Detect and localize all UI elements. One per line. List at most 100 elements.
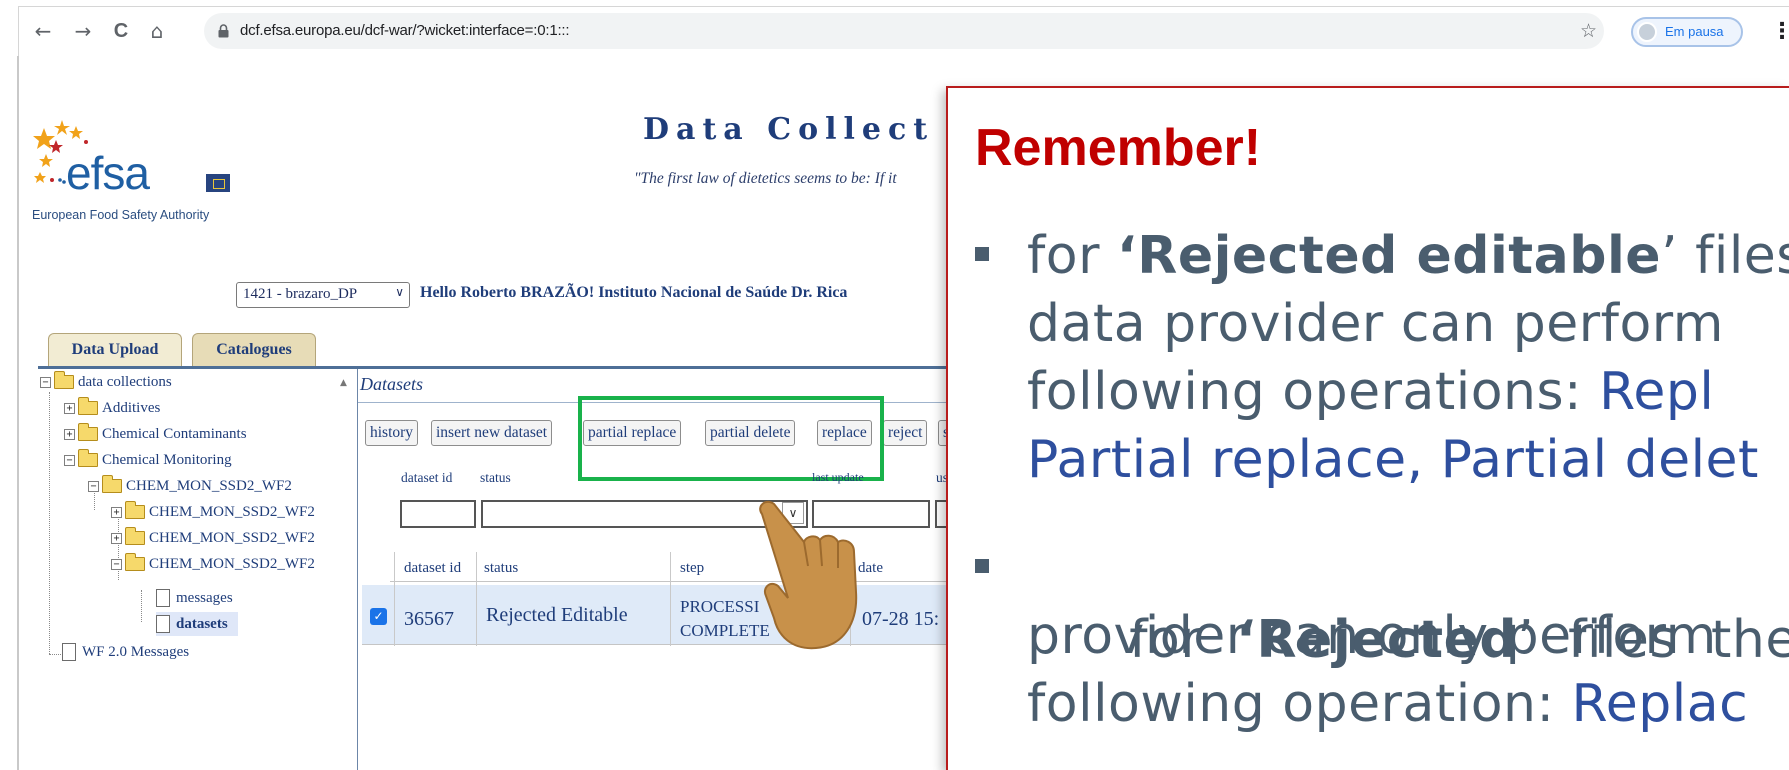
grid-header-status[interactable]: status — [484, 560, 518, 577]
filter-dataset-id-input[interactable] — [400, 500, 476, 528]
folder-icon — [102, 475, 122, 493]
tree-label: messages — [176, 589, 233, 606]
history-button[interactable]: history — [365, 420, 419, 446]
browser-toolbar: ← → C ⌂ dcf.efsa.europa.eu/dcf-war/?wick… — [18, 6, 1789, 56]
reminder-callout: Remember! for ‘Rejected editable’ files … — [946, 86, 1789, 770]
folder-icon — [125, 527, 145, 545]
text-run: for — [1027, 226, 1118, 286]
page-title: Data Collect — [643, 112, 935, 147]
tree-connector — [49, 654, 63, 655]
tree-connector — [49, 392, 50, 654]
avatar — [1637, 22, 1657, 42]
tree-item-chem-mon-wf2-b[interactable]: + CHEM_MON_SSD2_WF2 — [111, 526, 343, 550]
expand-icon[interactable]: + — [64, 428, 75, 440]
tree-item-chemical-contaminants[interactable]: + Chemical Contaminants — [64, 422, 247, 446]
tree-item-data-collections[interactable]: − data collections — [40, 370, 172, 394]
text-run-blue: Replac — [1571, 674, 1749, 734]
expand-icon[interactable]: + — [111, 532, 122, 544]
tree-label: CHEM_MON_SSD2_WF2 — [126, 477, 292, 494]
efsa-logo-word: efsa — [66, 147, 150, 199]
file-icon — [156, 589, 170, 607]
chevron-down-icon: ∨ — [395, 285, 404, 299]
profile-button[interactable]: Em pausa — [1631, 17, 1743, 47]
tree-item-wf2-messages[interactable]: WF 2.0 Messages — [62, 640, 189, 664]
tree-item-messages[interactable]: messages — [156, 586, 233, 610]
highlight-box — [578, 396, 884, 481]
tree-item-chem-mon-wf2-a[interactable]: + CHEM_MON_SSD2_WF2 — [111, 500, 343, 524]
page-quote: "The first law of dietetics seems to be:… — [634, 170, 897, 187]
folder-icon — [78, 449, 98, 467]
profile-label: Em pausa — [1665, 24, 1724, 39]
tree-label: CHEM_MON_SSD2_WF2 — [149, 503, 315, 520]
home-icon[interactable]: ⌂ — [143, 17, 171, 45]
tree-item-chem-mon-wf2-c[interactable]: − CHEM_MON_SSD2_WF2 — [111, 552, 343, 576]
collapse-icon[interactable]: − — [88, 480, 99, 492]
text-run: ’ files — [1661, 226, 1789, 286]
forward-arrow-icon[interactable]: → — [69, 17, 97, 45]
url-text[interactable]: dcf.efsa.europa.eu/dcf-war/?wicket:inter… — [240, 22, 570, 39]
cell-status: Rejected Editable — [486, 604, 628, 626]
tree-label: CHEM_MON_SSD2_WF2 — [149, 529, 315, 546]
reject-button[interactable]: reject — [883, 420, 928, 446]
user-select-value: 1421 - brazaro_DP — [243, 286, 358, 302]
column-divider — [476, 552, 477, 646]
expand-icon[interactable]: + — [111, 506, 122, 518]
checkbox-icon[interactable]: ✓ — [370, 608, 387, 625]
kebab-menu-icon[interactable]: ⋮ — [1771, 17, 1789, 47]
tree-item-datasets[interactable]: datasets — [156, 612, 238, 636]
column-divider — [670, 552, 671, 646]
scroll-up-icon[interactable]: ▲ — [340, 378, 347, 388]
bullet-line: following operations: Repl — [1027, 356, 1714, 428]
lock-icon[interactable] — [218, 24, 229, 38]
bullet-marker — [975, 559, 989, 573]
filter-label-last-update: last update — [812, 470, 864, 484]
collapse-icon[interactable]: − — [111, 558, 122, 570]
cell-step-line1: PROCESSI — [680, 597, 760, 616]
expand-icon[interactable]: + — [64, 402, 75, 414]
grid-header-step[interactable]: step — [680, 560, 704, 577]
address-bar[interactable]: dcf.efsa.europa.eu/dcf-war/?wicket:inter… — [204, 13, 1604, 49]
tree-label: Additives — [102, 399, 161, 416]
back-arrow-icon[interactable]: ← — [29, 17, 57, 45]
bullet-line: Partial replace, Partial delet — [1027, 430, 1759, 490]
tree-connector — [141, 590, 142, 622]
tree-item-additives[interactable]: + Additives — [64, 396, 160, 420]
text-run: following operation: — [1027, 674, 1572, 734]
bullet-line: for ‘Rejected editable’ files — [1027, 220, 1789, 292]
insert-new-dataset-button[interactable]: insert new dataset — [431, 420, 553, 446]
tree-label: data collections — [78, 373, 172, 390]
user-select[interactable]: 1421 - brazaro_DP ∨ — [236, 282, 410, 308]
text-run-bold: ‘Rejected editable — [1117, 226, 1662, 286]
logo-tagline: European Food Safety Authority — [32, 208, 210, 222]
eu-flag-icon — [206, 174, 230, 192]
greeting-text: Hello Roberto BRAZÃO! Instituto Nacional… — [420, 284, 848, 301]
tree-item-chemical-monitoring[interactable]: − Chemical Monitoring — [64, 448, 232, 472]
bullet-marker — [975, 247, 989, 261]
window-edge — [17, 56, 19, 770]
bullet-line: data provider can perform — [1027, 294, 1724, 354]
bullet-rejected-editable: for ‘Rejected editable’ files data provi… — [975, 220, 1789, 520]
folder-icon — [125, 501, 145, 519]
tab-catalogues[interactable]: Catalogues — [192, 333, 316, 367]
callout-title: Remember! — [975, 119, 1262, 177]
tree-label: datasets — [176, 615, 228, 632]
tab-data-upload[interactable]: Data Upload — [48, 333, 182, 367]
file-icon — [156, 615, 170, 633]
collapse-icon[interactable]: − — [64, 454, 75, 466]
tree-label: CHEM_MON_SSD2_WF2 — [149, 555, 315, 572]
pointing-hand-icon — [759, 500, 858, 650]
tree-item-chem-mon-wf2[interactable]: − CHEM_MON_SSD2_WF2 — [88, 474, 292, 498]
bullet-line: following operation: Replac — [1027, 668, 1748, 740]
text-run: following operations: — [1027, 362, 1600, 422]
filter-label-status: status — [480, 470, 511, 485]
folder-icon — [78, 397, 98, 415]
reload-icon[interactable]: C — [107, 17, 135, 45]
column-divider — [394, 552, 395, 646]
folder-icon — [54, 371, 74, 389]
star-icon[interactable]: ☆ — [1580, 21, 1600, 41]
bullet-rejected: for ‘Rejected’ files the d provider can … — [975, 532, 1789, 770]
text-run-blue: Repl — [1599, 362, 1715, 422]
cell-dataset-id: 36567 — [404, 608, 454, 630]
collapse-icon[interactable]: − — [40, 376, 51, 388]
grid-header-dataset-id[interactable]: dataset id — [404, 560, 461, 577]
